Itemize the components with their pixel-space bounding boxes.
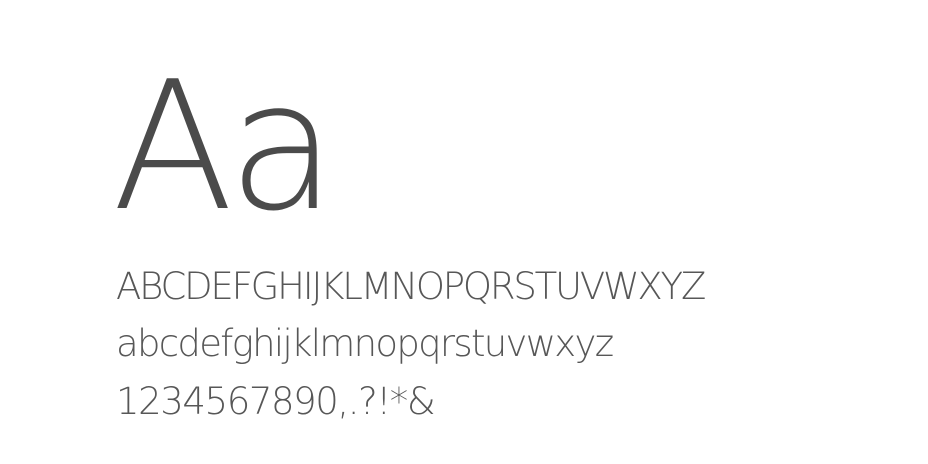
uppercase-alphabet: ABCDEFGHIJKLMNOPQRSTUVWXYZ: [116, 265, 706, 308]
numerals-and-punctuation: 1234567890,.?!*&: [116, 380, 436, 423]
font-specimen: Aa ABCDEFGHIJKLMNOPQRSTUVWXYZ abcdefghij…: [0, 0, 928, 464]
lowercase-alphabet: abcdefghijklmnopqrstuvwxyz: [116, 322, 614, 365]
large-sample-glyphs: Aa: [112, 43, 337, 250]
